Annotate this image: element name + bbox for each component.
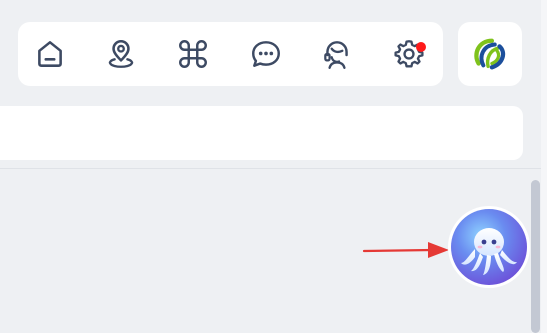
location-button[interactable] xyxy=(103,36,139,72)
home-icon xyxy=(38,41,62,67)
assistant-button[interactable] xyxy=(447,205,531,289)
home-button[interactable] xyxy=(32,36,68,72)
command-icon xyxy=(179,40,207,68)
scrollbar-thumb[interactable] xyxy=(531,180,540,333)
brand-logo[interactable] xyxy=(458,22,522,86)
settings-button[interactable] xyxy=(391,36,427,72)
top-toolbar xyxy=(18,22,443,86)
divider xyxy=(0,168,547,169)
notification-dot xyxy=(416,42,426,52)
brand-logo-icon xyxy=(474,38,506,70)
window-edge xyxy=(541,0,547,333)
support-button[interactable] xyxy=(319,36,355,72)
search-bar[interactable] xyxy=(0,106,523,160)
red-arrow-icon xyxy=(362,242,449,258)
messages-button[interactable] xyxy=(248,36,284,72)
location-pin-icon xyxy=(108,40,134,68)
octopus-assistant-icon xyxy=(448,206,530,288)
chat-bubble-icon xyxy=(252,41,280,67)
apps-button[interactable] xyxy=(175,36,211,72)
customer-service-icon xyxy=(324,41,348,69)
